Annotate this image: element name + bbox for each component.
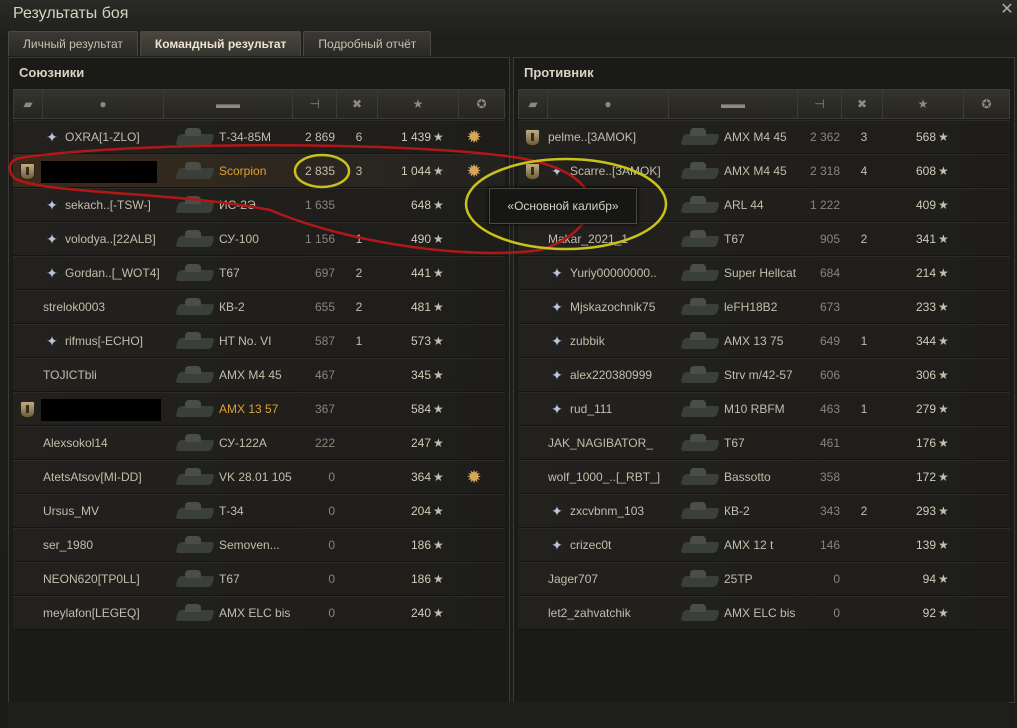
battle-results-window: Результаты боя ✕ Личный результат Команд… [0, 0, 1017, 728]
bottom-bar [8, 702, 1009, 728]
medal-tooltip: «Основной калибр» [489, 188, 637, 224]
annotation-overlay [8, 143, 668, 255]
yellow-annotation-circle-damage [293, 153, 351, 189]
